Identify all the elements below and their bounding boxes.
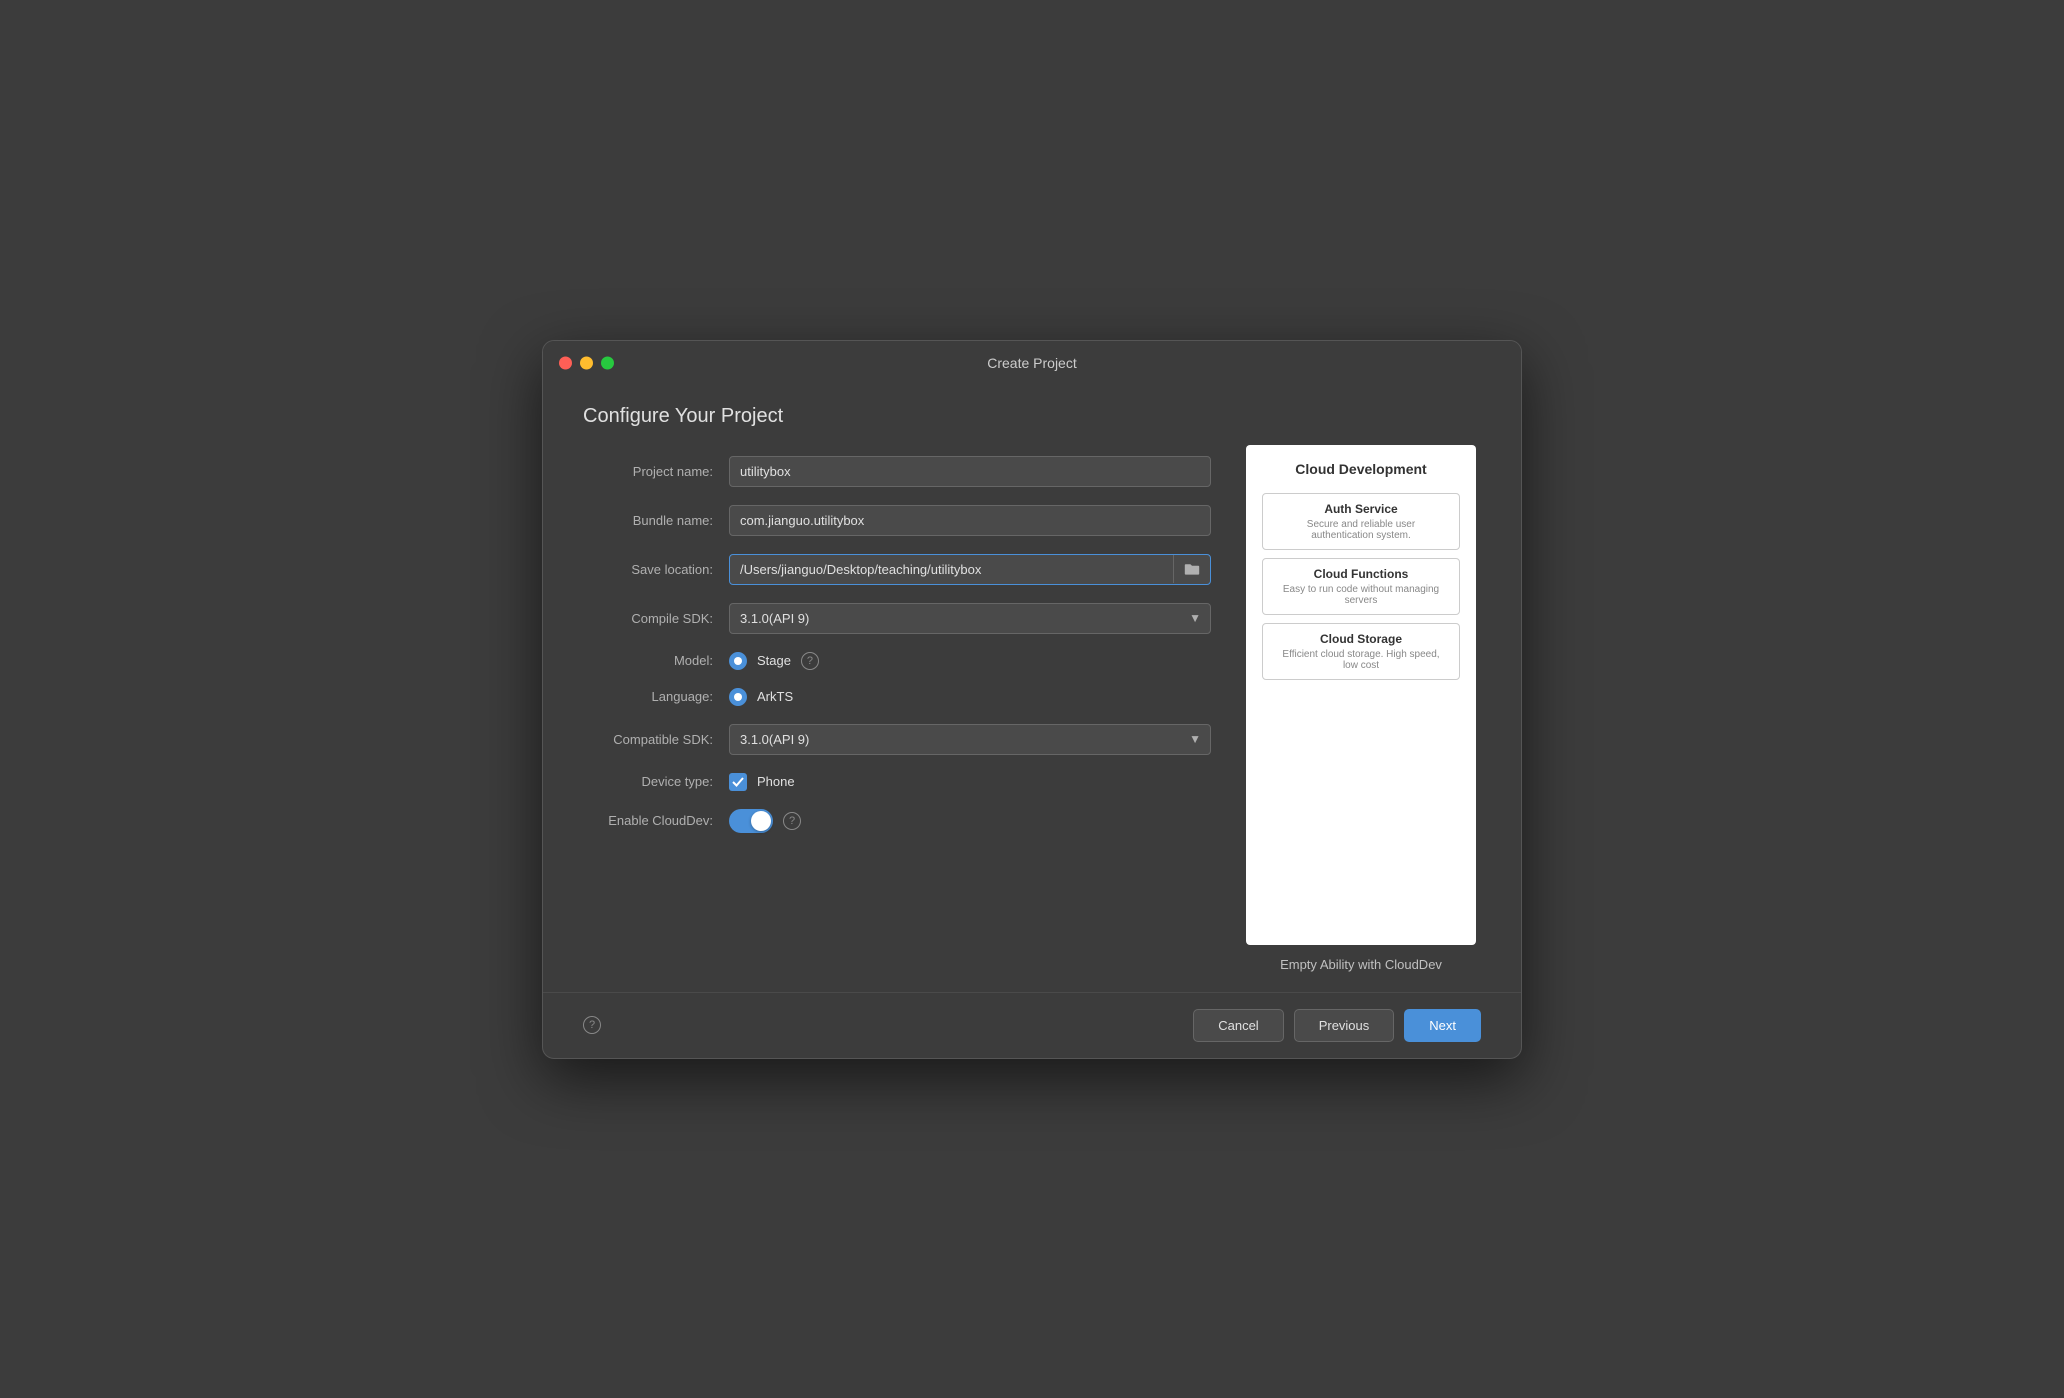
save-location-label: Save location:: [583, 562, 713, 577]
language-arkts-label: ArkTS: [757, 689, 793, 704]
enable-clouddev-label: Enable CloudDev:: [583, 813, 713, 828]
phone-checkbox-box[interactable]: [729, 773, 747, 791]
auth-service-item: Auth Service Secure and reliable user au…: [1262, 493, 1460, 550]
compatible-sdk-select[interactable]: 3.1.0(API 9) 3.0.0(API 8) 2.0.0(API 7): [729, 724, 1211, 755]
compile-sdk-select-wrapper: 3.1.0(API 9) 3.0.0(API 8) 2.0.0(API 7) ▼: [729, 603, 1211, 634]
bottom-bar: ? Cancel Previous Next: [543, 992, 1521, 1058]
project-name-input[interactable]: [729, 456, 1211, 487]
checkmark-icon: [732, 776, 744, 788]
cancel-button[interactable]: Cancel: [1193, 1009, 1283, 1042]
preview-card-title: Cloud Development: [1295, 461, 1426, 477]
form-section: Configure Your Project Project name: Bun…: [583, 405, 1211, 972]
folder-browse-button[interactable]: [1173, 555, 1210, 583]
enable-clouddev-toggle-wrapper: ?: [729, 809, 801, 833]
auth-service-desc: Secure and reliable user authentication …: [1275, 519, 1447, 541]
previous-button[interactable]: Previous: [1294, 1009, 1395, 1042]
window-controls: [559, 356, 614, 369]
preview-caption: Empty Ability with CloudDev: [1280, 957, 1442, 972]
cloud-storage-item: Cloud Storage Efficient cloud storage. H…: [1262, 623, 1460, 680]
project-name-row: Project name:: [583, 456, 1211, 487]
language-arkts-radio[interactable]: [729, 688, 747, 706]
compile-sdk-row: Compile SDK: 3.1.0(API 9) 3.0.0(API 8) 2…: [583, 603, 1211, 634]
bottom-left: ?: [583, 1016, 601, 1034]
preview-section: Cloud Development Auth Service Secure an…: [1241, 405, 1481, 972]
cloud-functions-item: Cloud Functions Easy to run code without…: [1262, 558, 1460, 615]
minimize-button[interactable]: [580, 356, 593, 369]
auth-service-name: Auth Service: [1275, 502, 1447, 516]
device-type-checkbox[interactable]: Phone: [729, 773, 795, 791]
folder-icon: [1184, 561, 1200, 577]
model-stage-label: Stage: [757, 653, 791, 668]
compile-sdk-select[interactable]: 3.1.0(API 9) 3.0.0(API 8) 2.0.0(API 7): [729, 603, 1211, 634]
model-radio-group: Stage ?: [729, 652, 819, 670]
preview-card: Cloud Development Auth Service Secure an…: [1246, 445, 1476, 945]
save-location-row: Save location:: [583, 554, 1211, 585]
page-title: Configure Your Project: [583, 405, 1211, 428]
window-title: Create Project: [987, 355, 1076, 371]
save-location-input[interactable]: [730, 555, 1173, 584]
model-row: Model: Stage ?: [583, 652, 1211, 670]
compile-sdk-label: Compile SDK:: [583, 611, 713, 626]
model-help-icon[interactable]: ?: [801, 652, 819, 670]
language-radio-group: ArkTS: [729, 688, 793, 706]
compatible-sdk-select-wrapper: 3.1.0(API 9) 3.0.0(API 8) 2.0.0(API 7) ▼: [729, 724, 1211, 755]
bottom-right: Cancel Previous Next: [1193, 1009, 1481, 1042]
model-label: Model:: [583, 653, 713, 668]
model-stage-radio[interactable]: [729, 652, 747, 670]
clouddev-toggle[interactable]: [729, 809, 773, 833]
device-type-label: Device type:: [583, 774, 713, 789]
compatible-sdk-label: Compatible SDK:: [583, 732, 713, 747]
cloud-functions-desc: Easy to run code without managing server…: [1275, 584, 1447, 606]
device-type-row: Device type: Phone: [583, 773, 1211, 791]
clouddev-help-icon[interactable]: ?: [783, 812, 801, 830]
project-name-label: Project name:: [583, 464, 713, 479]
global-help-icon[interactable]: ?: [583, 1016, 601, 1034]
bundle-name-row: Bundle name:: [583, 505, 1211, 536]
next-button[interactable]: Next: [1404, 1009, 1481, 1042]
enable-clouddev-row: Enable CloudDev: ?: [583, 809, 1211, 833]
create-project-window: Create Project Configure Your Project Pr…: [542, 340, 1522, 1059]
save-location-wrapper: [729, 554, 1211, 585]
cloud-storage-desc: Efficient cloud storage. High speed, low…: [1275, 649, 1447, 671]
title-bar: Create Project: [543, 341, 1521, 385]
bundle-name-input[interactable]: [729, 505, 1211, 536]
maximize-button[interactable]: [601, 356, 614, 369]
language-row: Language: ArkTS: [583, 688, 1211, 706]
toggle-knob: [751, 811, 771, 831]
content-area: Configure Your Project Project name: Bun…: [543, 385, 1521, 992]
language-label: Language:: [583, 689, 713, 704]
device-type-phone-label: Phone: [757, 774, 795, 789]
cloud-functions-name: Cloud Functions: [1275, 567, 1447, 581]
cloud-storage-name: Cloud Storage: [1275, 632, 1447, 646]
close-button[interactable]: [559, 356, 572, 369]
compatible-sdk-row: Compatible SDK: 3.1.0(API 9) 3.0.0(API 8…: [583, 724, 1211, 755]
bundle-name-label: Bundle name:: [583, 513, 713, 528]
